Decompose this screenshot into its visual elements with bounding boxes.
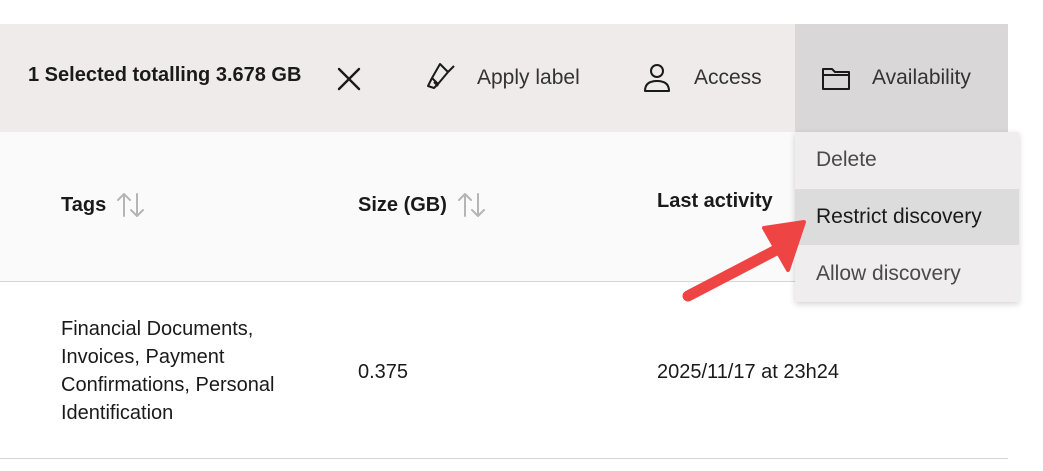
close-icon: [337, 67, 361, 91]
sort-icon[interactable]: [114, 190, 148, 220]
label-brush-icon: [424, 60, 460, 96]
person-icon: [640, 61, 674, 95]
menu-item-allow-discovery[interactable]: Allow discovery: [795, 246, 1019, 302]
apply-label-text: Apply label: [477, 66, 580, 89]
table-row[interactable]: Financial Documents, Invoices, Payment C…: [0, 283, 1008, 459]
apply-label-button[interactable]: Apply label: [424, 24, 580, 132]
selection-action-bar: 1 Selected totalling 3.678 GB Apply labe…: [0, 24, 1008, 132]
menu-item-delete[interactable]: Delete: [795, 132, 1019, 188]
availability-label: Availability: [872, 66, 971, 89]
column-header-last-activity[interactable]: Last activity: [657, 190, 773, 213]
menu-item-restrict-discovery[interactable]: Restrict discovery: [795, 189, 1019, 245]
folder-icon: [819, 61, 853, 95]
cell-size: 0.375: [358, 361, 409, 383]
clear-selection-button[interactable]: [334, 64, 364, 94]
column-header-label: Size (GB): [358, 193, 447, 216]
column-header-size[interactable]: Size (GB): [358, 190, 489, 220]
availability-button[interactable]: Availability: [795, 24, 1008, 132]
sort-icon[interactable]: [455, 190, 489, 220]
selection-summary: 1 Selected totalling 3.678 GB: [28, 64, 302, 86]
access-label: Access: [694, 66, 762, 89]
access-button[interactable]: Access: [640, 24, 762, 132]
availability-dropdown-menu: Delete Restrict discovery Allow discover…: [795, 132, 1019, 302]
cell-last-activity: 2025/11/17 at 23h24: [657, 361, 840, 383]
column-header-label: Tags: [61, 193, 107, 216]
column-header-tags[interactable]: Tags: [61, 190, 148, 220]
cell-tags: Financial Documents, Invoices, Payment C…: [61, 318, 275, 424]
column-header-label: Last activity: [657, 190, 773, 212]
page: 1 Selected totalling 3.678 GB Apply labe…: [0, 0, 1043, 471]
